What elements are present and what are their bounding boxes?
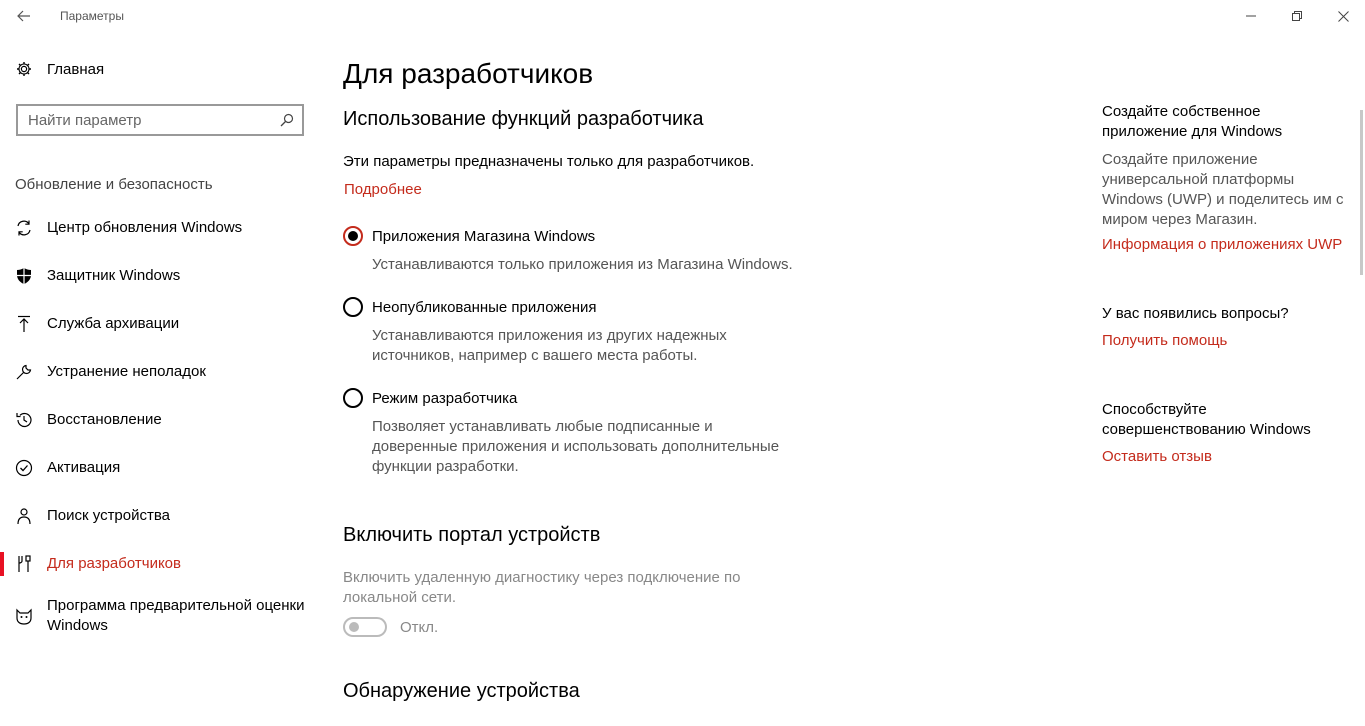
sidebar-item-backup[interactable]: Служба архивации [0,300,320,348]
title-bar: Параметры [0,0,1365,32]
device-portal-toggle[interactable] [343,617,387,637]
sidebar-item-label: Программа предварительной оценки Windows [47,597,305,634]
radio-button[interactable] [343,297,363,317]
sidebar-item-label: Для разработчиков [47,555,181,572]
page-title: Для разработчиков [343,58,594,89]
sidebar-item-label: Защитник Windows [47,267,181,284]
radio-label: Режим разработчика [372,389,518,407]
sidebar-item-for-developers[interactable]: Для разработчиков [0,540,320,588]
back-arrow-icon [17,10,30,22]
aside-title-improve: Способствуйте совершенствованию Windows [1102,401,1311,438]
aside-title-create-app: Создайте собственное приложение для Wind… [1102,103,1283,140]
more-info-link[interactable]: Подробнее [344,181,422,198]
sidebar-item-recovery[interactable]: Восстановление [0,396,320,444]
tools-icon [15,555,33,573]
sidebar-item-label: Активация [47,459,121,476]
sidebar-item-troubleshoot[interactable]: Устранение неполадок [0,348,320,396]
radio-store-apps[interactable]: Приложения Магазина Windows [343,226,595,246]
aside-title-questions: У вас появились вопросы? [1102,305,1289,322]
active-indicator [0,552,4,576]
toggle-state-label: Откл. [400,619,439,636]
home-label: Главная [47,60,105,78]
sidebar-section-title: Обновление и безопасность [15,176,213,193]
section-heading-device-portal: Включить портал устройств [343,524,601,546]
history-icon [15,411,33,429]
device-portal-description: Включить удаленную диагностику через под… [343,569,741,606]
sidebar-item-activation[interactable]: Активация [0,444,320,492]
shield-icon [15,267,33,285]
radio-developer-mode[interactable]: Режим разработчика [343,388,517,408]
radio-button[interactable] [343,226,363,246]
toggle-knob [349,622,359,632]
home-link[interactable]: Главная [15,60,104,78]
wrench-icon [15,363,33,381]
sidebar-item-label: Поиск устройства [47,507,171,524]
aside-desc-create-app: Создайте приложение универсальной платфо… [1102,151,1344,228]
gear-icon [15,60,33,78]
section-heading-developer-features: Использование функций разработчика [343,108,704,130]
person-pin-icon [15,507,33,525]
sidebar-item-label: Восстановление [47,411,162,428]
sidebar-item-windows-update[interactable]: Центр обновления Windows [0,204,320,252]
restore-icon [1292,11,1302,21]
radio-description: Устанавливаются приложения из других над… [372,327,727,364]
radio-sideload-apps[interactable]: Неопубликованные приложения [343,297,597,317]
section-heading-device-discovery: Обнаружение устройства [343,680,580,702]
search-input[interactable] [18,106,272,134]
close-icon [1337,10,1349,22]
sidebar-item-defender[interactable]: Защитник Windows [0,252,320,300]
sidebar-item-label: Служба архивации [47,315,180,332]
sidebar-nav: Центр обновления Windows Защитник Window… [0,204,320,644]
search-box[interactable] [16,104,304,136]
upload-arrow-icon [15,315,33,333]
sidebar-item-insider-program[interactable]: Программа предварительной оценки Windows [0,588,320,644]
restore-button[interactable] [1274,0,1320,32]
radio-label: Приложения Магазина Windows [372,227,596,245]
radio-button[interactable] [343,388,363,408]
section-intro: Эти параметры предназначены только для р… [343,153,755,170]
search-icon[interactable] [272,113,302,127]
get-help-link[interactable]: Получить помощь [1102,332,1227,349]
close-button[interactable] [1320,0,1365,32]
minimize-button[interactable] [1228,0,1274,32]
radio-description: Устанавливаются только приложения из Маг… [372,256,793,273]
feedback-link[interactable]: Оставить отзыв [1102,448,1212,465]
radio-label: Неопубликованные приложения [372,298,597,316]
refresh-icon [15,219,33,237]
radio-description: Позволяет устанавливать любые подписанны… [372,418,780,475]
check-circle-icon [15,459,33,477]
cat-icon [15,607,33,625]
back-button[interactable] [8,4,40,28]
sidebar-item-label: Центр обновления Windows [47,219,243,236]
sidebar-item-find-device[interactable]: Поиск устройства [0,492,320,540]
minimize-icon [1246,15,1256,17]
sidebar-item-label: Устранение неполадок [47,363,206,380]
uwp-info-link[interactable]: Информация о приложениях UWP [1102,236,1342,253]
scrollbar[interactable] [1360,110,1363,275]
sidebar: Главная Обновление и безопасность Центр … [0,32,320,726]
app-title: Параметры [60,9,124,23]
